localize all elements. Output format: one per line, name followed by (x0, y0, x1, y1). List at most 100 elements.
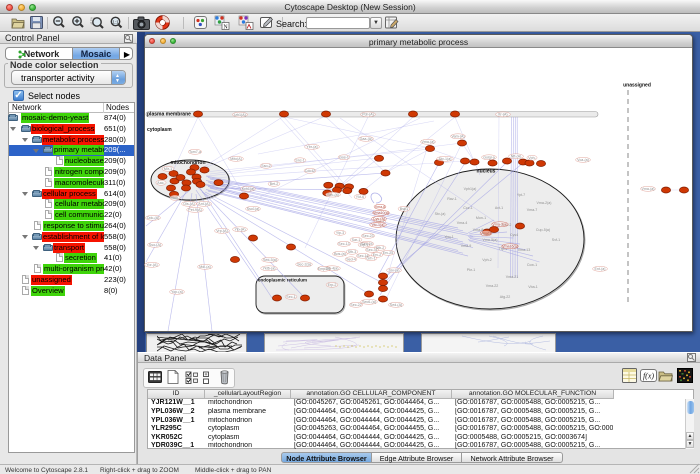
svg-text:cytoplasm: cytoplasm (147, 127, 172, 133)
svg-text:Sfb-3: Sfb-3 (348, 250, 357, 254)
svg-text:Bet-2: Bet-2 (270, 182, 279, 186)
svg-text:Rav-1: Rav-1 (447, 197, 457, 201)
svg-text:Sso-2: Sso-2 (261, 164, 270, 168)
svg-text:Emp-24: Emp-24 (318, 267, 331, 271)
svg-text:endoplasmic reticulum: endoplasmic reticulum (258, 278, 307, 283)
svg-text:Sec-31: Sec-31 (366, 248, 377, 252)
svg-text:Sar-1: Sar-1 (352, 238, 361, 242)
svg-text:Vma-(a): Vma-(a) (642, 187, 655, 191)
svg-text:Erp-1: Erp-1 (360, 243, 369, 247)
svg-text:Vma-4: Vma-4 (457, 221, 468, 225)
svg-text:Pkr-1: Pkr-1 (467, 268, 476, 272)
svg-text:Vph-: Vph- (528, 156, 536, 160)
svg-text:Ykt-6: Ykt-6 (356, 195, 364, 199)
svg-text:Tom7-a: Tom7-a (189, 150, 201, 154)
svg-text:Aac-: Aac- (157, 181, 165, 185)
svg-text:Vma10(a): Vma10(a) (373, 211, 389, 215)
svg-text:Pdr-(A): Pdr-(A) (362, 113, 374, 117)
svg-text:Pet-9(A): Pet-9(A) (188, 208, 201, 212)
svg-text:Sec-23: Sec-23 (362, 234, 373, 238)
svg-text:Ypt-7: Ypt-7 (517, 193, 525, 197)
svg-text:Cdc42: Cdc42 (305, 169, 315, 173)
svg-text:Mdl-(a): Mdl-(a) (199, 265, 210, 269)
svg-text:Vph-2: Vph-2 (482, 258, 492, 262)
svg-text:Sec-13: Sec-13 (338, 242, 349, 246)
svg-text:Sed-5(a): Sed-5(a) (263, 258, 277, 262)
svg-text:Yhm-: Yhm- (171, 196, 180, 200)
svg-text:Vrp-(A): Vrp-(A) (216, 229, 227, 233)
svg-text:Snc-1: Snc-1 (295, 159, 304, 163)
svg-text:Sec-(a): Sec-(a) (327, 193, 339, 197)
svg-text:Vtc-1(a): Vtc-1(a) (372, 223, 385, 227)
svg-text:Vma-(a): Vma-(a) (422, 140, 435, 144)
svg-text:Vph1(a): Vph1(a) (464, 187, 477, 191)
svg-text:Yip-(A): Yip-(A) (234, 228, 245, 232)
svg-text:Ant-(A): Ant-(A) (198, 202, 209, 206)
svg-text:Gos-1: Gos-1 (339, 156, 349, 160)
svg-text:Mito(A): Mito(A) (230, 157, 242, 161)
svg-text:Vma-5(a): Vma-5(a) (483, 238, 498, 242)
svg-text:Vca-(a): Vca-(a) (577, 158, 589, 162)
svg-text:Srv-(a): Srv-(a) (389, 269, 400, 273)
svg-text:mitochondrion: mitochondrion (171, 160, 206, 166)
svg-text:Nft-(A): Nft-(A) (511, 155, 522, 159)
svg-text:Gaa-(A): Gaa-(A) (360, 137, 373, 141)
svg-text:Sso-(A): Sso-(A) (149, 243, 161, 247)
svg-text:Yop-(a): Yop-(a) (171, 290, 183, 294)
svg-text:Vma-13: Vma-13 (518, 248, 531, 252)
svg-text:Stv-(a): Stv-(a) (435, 212, 446, 216)
svg-text:Odc-(A): Odc-(A) (147, 216, 160, 220)
svg-text:Sso1(a): Sso1(a) (247, 207, 260, 211)
svg-text:Sec6-(a): Sec6-(a) (362, 300, 376, 304)
svg-text:Yor-(A): Yor-(A) (146, 263, 157, 267)
svg-text:Golgi-a: Golgi-a (483, 156, 495, 160)
svg-text:Vma-3(a): Vma-3(a) (493, 223, 508, 227)
svg-text:Vma16(a): Vma16(a) (502, 245, 518, 249)
svg-text:Sed-(A): Sed-(A) (390, 303, 402, 307)
svg-text:Vma-9: Vma-9 (461, 244, 472, 248)
svg-text:Cup-5(a): Cup-5(a) (536, 228, 550, 232)
svg-text:Ccz-1: Ccz-1 (463, 206, 472, 210)
svg-text:Ccw-1: Ccw-1 (527, 263, 537, 267)
svg-text:Grh-1: Grh-1 (366, 257, 375, 261)
svg-text:Svf-1: Svf-1 (552, 238, 560, 242)
svg-text:f(x): f(x) (643, 372, 654, 381)
svg-text:Vam-(A): Vam-(A) (451, 135, 464, 139)
svg-text:1:1: 1:1 (112, 19, 119, 24)
svg-text:nucleus: nucleus (477, 169, 496, 175)
svg-text:Erv-25: Erv-25 (383, 251, 394, 255)
svg-text:plasma membrane: plasma membrane (147, 112, 191, 118)
svg-text:Vma11: Vma11 (480, 232, 491, 236)
svg-text:Yip-3: Yip-3 (336, 231, 344, 235)
svg-text:Vma-6: Vma-6 (375, 205, 386, 209)
svg-text:Ykt6-(a): Ykt6-(a) (263, 267, 276, 271)
svg-text:Vma-22: Vma-22 (486, 284, 499, 288)
svg-text:Atg-22: Atg-22 (500, 295, 511, 299)
svg-text:Bos-(a): Bos-(a) (334, 252, 346, 256)
svg-text:Izh1(A): Izh1(A) (234, 113, 246, 117)
svg-text:Ois-(A): Ois-(A) (183, 202, 194, 206)
svg-text:Vma-7: Vma-7 (527, 208, 538, 212)
svg-text:Kch1(a): Kch1(a) (242, 187, 255, 191)
svg-text:Stv-1(a): Stv-1(a) (439, 157, 452, 161)
svg-text:Ybr-(a): Ybr-(a) (306, 145, 317, 149)
svg-text:Mir-1: Mir-1 (164, 167, 172, 171)
svg-text:Cys-(A): Cys-(A) (373, 217, 385, 221)
svg-text:Ent-(a): Ent-(a) (595, 267, 606, 271)
svg-text:N: N (223, 25, 228, 31)
svg-text:Sec-2(a): Sec-2(a) (297, 263, 311, 267)
svg-text:Vba-1: Vba-1 (528, 285, 538, 289)
svg-text:Sed-4: Sed-4 (346, 258, 356, 262)
svg-text:Mon-1: Mon-1 (476, 216, 486, 220)
svg-text:Cys4: Cys4 (510, 233, 518, 237)
svg-text:Ypq-1: Ypq-1 (444, 235, 453, 239)
svg-text:Vma-2(a): Vma-2(a) (537, 201, 552, 205)
svg-text:Itr-(A): Itr-(A) (498, 113, 507, 117)
svg-text:Sec-22: Sec-22 (350, 303, 361, 307)
svg-text:Bst-1: Bst-1 (400, 207, 408, 211)
svg-text:Avt-1: Avt-1 (495, 206, 503, 210)
svg-text:Erp-2: Erp-2 (328, 283, 337, 287)
svg-text:unassigned: unassigned (623, 83, 651, 89)
svg-text:Sec-1: Sec-1 (286, 295, 295, 299)
svg-text:Vma-21: Vma-21 (506, 275, 519, 279)
